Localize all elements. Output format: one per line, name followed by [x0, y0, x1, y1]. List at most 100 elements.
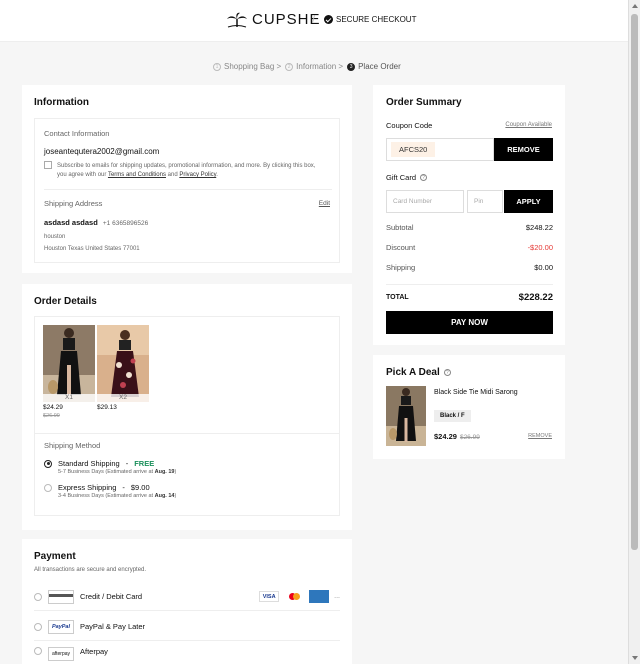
gift-card-number-input[interactable]: Card Number	[386, 190, 464, 213]
information-card: Information Contact Information joseante…	[22, 85, 352, 273]
shipping-option-price: FREE	[134, 459, 155, 468]
shipping-name-line: asdasd asdasd +1 6365896526	[44, 218, 148, 227]
secure-checkout: SECURE CHECKOUT	[324, 15, 416, 24]
shipping-option-standard[interactable]: Standard Shipping - FREE	[44, 459, 154, 468]
gift-card-pin-input[interactable]: Pin	[467, 190, 503, 213]
shipping-option-eta: 3-4 Business Days (Estimated arrive at A…	[58, 493, 177, 499]
information-title: Information	[34, 97, 89, 108]
subscribe-line: Subscribe to emails for shipping updates…	[57, 163, 316, 169]
radio-selected[interactable]	[44, 459, 52, 468]
coupon-available-link[interactable]: Coupon Available	[505, 122, 552, 128]
crumb-label: Shopping Bag >	[224, 62, 282, 71]
deal-product-image[interactable]	[386, 386, 426, 446]
vertical-scrollbar[interactable]	[628, 0, 640, 664]
deal-price-row: $24.29 $26.99	[434, 432, 480, 441]
radio-unselected[interactable]	[44, 483, 52, 492]
visa-icon: VISA	[259, 591, 280, 602]
information-box: Contact Information joseantequtera2002@g…	[34, 118, 340, 263]
pick-a-deal-card: Pick A Deal ? Black Side Tie Midi Sarong…	[373, 355, 565, 459]
amex-icon	[309, 590, 330, 603]
item-qty-2: X2	[97, 394, 149, 402]
shipping-option-express[interactable]: Express Shipping - $9.00	[44, 483, 150, 492]
mastercard-icon	[284, 591, 304, 602]
deal-remove-link[interactable]: REMOVE	[528, 433, 552, 439]
payment-card: Payment All transactions are secure and …	[22, 539, 352, 664]
address-line-1: houston	[44, 234, 66, 240]
privacy-link[interactable]: Privacy Policy	[179, 172, 216, 178]
remove-coupon-button[interactable]: REMOVE	[494, 138, 553, 161]
step-circle-icon: 2	[285, 62, 294, 71]
shipping-method-label: Shipping Method	[44, 441, 101, 450]
gift-card-label-row: Gift Card ?	[386, 173, 428, 182]
shipping-name: asdasd asdasd	[44, 218, 98, 227]
terms-link[interactable]: Terms and Conditions	[108, 172, 166, 178]
subscribe-checkbox[interactable]	[44, 161, 52, 169]
gift-card-label: Gift Card	[386, 173, 417, 182]
divider	[35, 433, 339, 434]
product-image-1[interactable]: X1	[43, 325, 95, 402]
divider	[44, 189, 332, 190]
shipping-option-name: Standard Shipping	[58, 459, 120, 468]
shipping-phone: +1 6365896526	[102, 220, 149, 227]
subscribe-and: and	[167, 172, 178, 178]
payment-method-afterpay[interactable]: afterpay Afterpay	[34, 647, 340, 664]
item-original-price-1: $26.99	[43, 413, 60, 419]
product-image-2[interactable]: X2	[97, 325, 149, 402]
coupon-value: AFCS20	[391, 142, 436, 157]
header-divider: /	[312, 14, 316, 26]
radio-unselected[interactable]	[34, 647, 42, 655]
crumb-shopping-bag[interactable]: 1 Shopping Bag >	[213, 62, 281, 71]
afterpay-icon: afterpay	[48, 647, 74, 661]
coupon-input[interactable]: AFCS20	[386, 138, 494, 161]
totals: Subtotal $248.22 Discount -$20.00 Shippi…	[386, 223, 553, 309]
payment-subtitle: All transactions are secure and encrypte…	[34, 567, 147, 573]
order-details-title: Order Details	[34, 296, 97, 307]
crumb-label: Information >	[296, 62, 344, 71]
subscribe-prefix: you agree with our	[57, 172, 107, 178]
payment-method-card[interactable]: Credit / Debit Card VISA ...	[34, 583, 340, 611]
brand-name: CUPSHE	[252, 11, 321, 28]
item-price-1: $24.29	[43, 404, 63, 411]
breadcrumb: 1 Shopping Bag > 2 Information > 3 Place…	[213, 62, 401, 71]
palm-tree-icon	[227, 12, 247, 27]
scroll-up-icon[interactable]	[632, 4, 638, 8]
brand-logo[interactable]: CUPSHE	[226, 11, 321, 28]
subscribe-text: Subscribe to emails for shipping updates…	[57, 163, 316, 178]
order-summary-card: Order Summary Coupon Code Coupon Availab…	[373, 85, 565, 345]
crumb-label: Place Order	[358, 62, 401, 71]
payment-title: Payment	[34, 551, 76, 562]
shield-check-icon	[324, 15, 333, 24]
deal-product-name[interactable]: Black Side Tie Midi Sarong	[434, 389, 518, 396]
deal-price: $24.29	[434, 432, 457, 441]
deal-title-row: Pick A Deal ?	[386, 367, 451, 378]
subtotal-row: Subtotal $248.22	[386, 223, 553, 232]
paypal-icon: PayPal	[48, 619, 74, 634]
address-line-2: Houston Texas United States 77001	[44, 246, 140, 252]
item-qty-1: X1	[43, 394, 95, 402]
total-row: TOTAL $228.22	[386, 291, 553, 303]
info-icon[interactable]: ?	[420, 174, 428, 181]
discount-row: Discount -$20.00	[386, 243, 553, 252]
contact-info-label: Contact Information	[44, 129, 110, 138]
deal-title: Pick A Deal	[386, 367, 440, 378]
crumb-information[interactable]: 2 Information >	[285, 62, 343, 71]
deal-variant-badge[interactable]: Black / F	[434, 410, 471, 422]
shipping-row: Shipping $0.00	[386, 263, 553, 285]
deal-product-photo	[386, 386, 426, 446]
deal-original-price: $26.99	[459, 434, 480, 441]
scrollbar-thumb[interactable]	[631, 14, 638, 550]
apply-gift-card-button[interactable]: APPLY	[504, 190, 553, 213]
product-photo-2	[97, 325, 149, 402]
radio-unselected[interactable]	[34, 622, 42, 631]
shipping-option-price: $9.00	[130, 483, 150, 492]
step-circle-icon: 3	[347, 62, 356, 71]
payment-method-paypal[interactable]: PayPal PayPal & Pay Later	[34, 613, 340, 641]
radio-unselected[interactable]	[34, 592, 42, 601]
info-icon[interactable]: ?	[443, 369, 451, 376]
scroll-down-icon[interactable]	[632, 656, 638, 660]
contact-email: joseantequtera2002@gmail.com	[44, 147, 160, 156]
shipping-option-eta: 5-7 Business Days (Estimated arrive at A…	[58, 469, 177, 475]
order-details-card: Order Details X1 $24.29 $26.99 X2 $29.13…	[22, 284, 352, 530]
pay-now-button[interactable]: PAY NOW	[386, 311, 553, 334]
edit-address-link[interactable]: Edit	[319, 200, 330, 207]
